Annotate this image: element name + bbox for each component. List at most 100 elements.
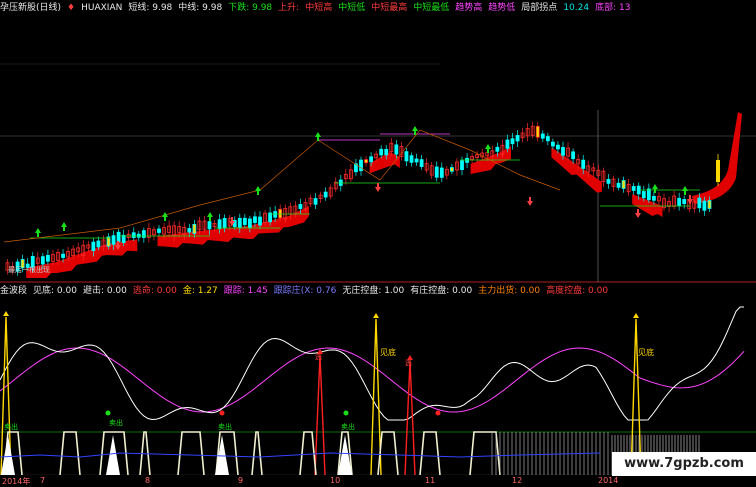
candle-body	[384, 148, 389, 156]
date-axis-label: 11	[425, 476, 436, 485]
signal-spike-marker	[3, 311, 9, 316]
buy-arrow-icon	[61, 222, 67, 231]
buy-arrow-icon	[485, 144, 491, 153]
bottom-signal-label: 见底	[638, 347, 654, 357]
mid_bar-item: 金波段	[0, 286, 28, 296]
candle-body	[621, 180, 626, 189]
candle-body	[606, 179, 611, 184]
candle-body	[323, 191, 328, 198]
buy-arrow-icon	[207, 212, 213, 221]
candle-body	[91, 241, 96, 251]
buy-arrow-icon	[652, 184, 658, 193]
date-axis-label: 10	[330, 476, 341, 485]
candle-body	[652, 195, 656, 201]
candle-body	[510, 138, 515, 145]
candle-body	[258, 216, 262, 226]
sell-label: 卖出	[109, 418, 123, 427]
candle-body	[242, 217, 247, 225]
candle-body	[434, 166, 439, 178]
sell-label: 卖出	[341, 422, 355, 431]
control-pulse	[469, 431, 501, 475]
price-chart-panel[interactable]: 最后一根出现	[0, 0, 756, 283]
top_bar-item: 局部拐点	[521, 3, 558, 13]
top_bar-item: 趋势低	[488, 3, 516, 13]
candle-body	[616, 182, 621, 188]
date-axis-label: 7	[40, 476, 46, 485]
date-axis: 2014年 7 8 9 10 11 12 2014	[0, 476, 756, 487]
oscillator-indicator-bar: 金波段 见底: 0.00 避击: 0.00 逃命: 0.00 金: 1.27 跟踪: 1.…	[0, 285, 756, 298]
sell-arrow-icon	[375, 183, 381, 192]
top_bar-item: 底部: 13	[595, 3, 631, 13]
candle-body	[369, 156, 374, 163]
top_bar-item: 孕压新股(日线)	[0, 3, 62, 13]
candle-body	[702, 200, 707, 211]
top_bar-item: 中短最低	[413, 3, 450, 13]
bottom-label: 最后一根出现	[8, 265, 50, 274]
candle-body	[707, 200, 712, 209]
control-pulse	[177, 431, 205, 475]
mid_bar-item: 见底: 0.00	[33, 286, 77, 296]
sell-label: 卖出	[4, 422, 18, 431]
candle-body	[505, 139, 510, 149]
candle-body	[116, 231, 121, 243]
candle-body	[298, 204, 303, 209]
candle-body	[379, 148, 384, 156]
date-axis-label: 8	[145, 476, 151, 485]
candle-body	[409, 155, 414, 163]
date-axis-label: 9	[238, 476, 244, 485]
sell-marker	[1, 435, 15, 475]
candle-body	[439, 167, 444, 178]
candle-body	[253, 216, 257, 223]
mid_bar-item: 高度控盘: 0.00	[546, 286, 609, 296]
trend-ribbon	[551, 147, 602, 193]
candle-body	[556, 144, 560, 150]
candle-body	[697, 197, 702, 209]
sell-marker	[106, 435, 120, 475]
candle-body	[207, 221, 212, 230]
candle-body	[641, 191, 646, 199]
candle-body	[46, 255, 50, 262]
top_bar-item: ♦	[67, 3, 76, 13]
top_bar-item: 中短高	[305, 3, 333, 13]
mid_bar-item: 无庄控盘: 1.00	[342, 286, 405, 296]
candle-body	[646, 188, 651, 201]
control-pulse	[59, 431, 81, 475]
mid_bar-item: 金: 1.27	[182, 286, 218, 296]
candle-body	[237, 217, 242, 228]
buy-arrow-icon	[255, 186, 261, 195]
candle-body	[677, 197, 682, 207]
escape-label: 逃	[405, 358, 412, 367]
signal-dot	[105, 410, 111, 416]
control-pulse	[419, 431, 441, 475]
top_bar-item: 中短最高	[371, 3, 408, 13]
candle-body	[631, 186, 636, 191]
top_bar-item: HUAXIAN	[81, 3, 123, 13]
candle-body	[96, 240, 101, 248]
candle-body	[359, 159, 363, 172]
top_bar-item: 上升:	[278, 3, 300, 13]
candle-body	[61, 253, 65, 258]
mid_bar-item: 主力出货: 0.00	[478, 286, 541, 296]
blue-control-line	[0, 452, 601, 458]
candle-body	[551, 141, 555, 147]
candle-body	[495, 146, 500, 152]
buy-arrow-icon	[162, 212, 168, 221]
candle-body	[313, 198, 318, 205]
top_bar-item: 10.24	[563, 3, 590, 13]
k-line	[0, 306, 744, 421]
oscillator-panel[interactable]: 见底 见底逃逃卖出 卖出 卖出 卖出	[0, 285, 756, 475]
mid_bar-item: 逃命: 0.00	[132, 286, 177, 296]
candle-body	[247, 218, 252, 229]
mid_bar-item: 跟踪庄(X: 0.76	[273, 286, 337, 296]
control-pulse	[251, 431, 263, 475]
candle-body	[535, 125, 540, 138]
signal-dot	[219, 410, 225, 416]
candle-body	[561, 147, 565, 156]
top_bar-item: 中短低	[338, 3, 366, 13]
candle-body	[682, 199, 687, 205]
sell-label: 卖出	[218, 422, 232, 431]
candle-body	[187, 228, 192, 233]
candle-body	[404, 151, 409, 162]
escape-label: 逃	[315, 352, 322, 361]
candle-body	[545, 136, 550, 142]
